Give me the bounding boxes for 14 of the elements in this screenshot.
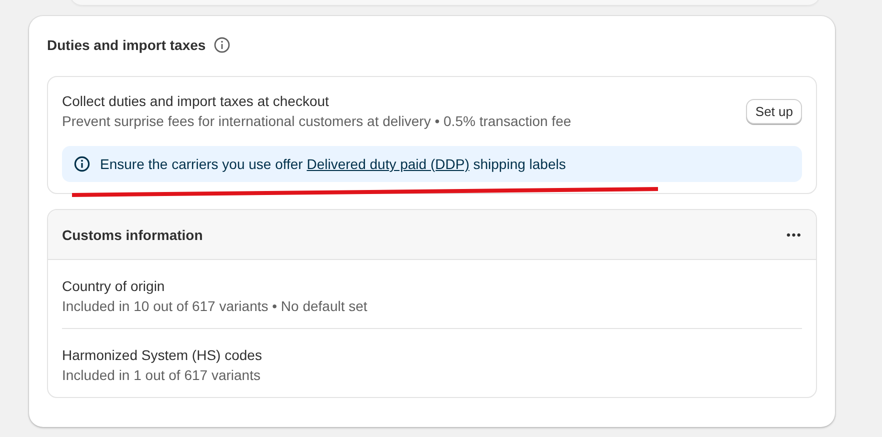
banner-text: Ensure the carriers you use offer Delivered duty paid (DDP) shipping labels (100, 156, 566, 172)
ddp-link[interactable]: Delivered duty paid (DDP) (306, 156, 470, 172)
item-detail: Included in 1 out of 617 variants (62, 366, 262, 385)
info-icon[interactable] (214, 37, 230, 53)
option-description: Prevent surprise fees for international customers at delivery • 0.5% transaction fee (62, 112, 572, 131)
section-title: Duties and import taxes (47, 37, 206, 53)
customs-title: Customs information (62, 226, 203, 242)
set-up-button[interactable]: Set up (746, 98, 802, 124)
item-title: Harmonized System (HS) codes (62, 346, 263, 365)
option-title: Collect duties and import taxes at checkout (62, 92, 330, 111)
item-title: Country of origin (62, 277, 166, 296)
more-actions-button[interactable]: ••• (786, 228, 802, 242)
info-icon (74, 156, 90, 172)
item-detail: Included in 10 out of 617 variants • No default set (62, 297, 368, 316)
